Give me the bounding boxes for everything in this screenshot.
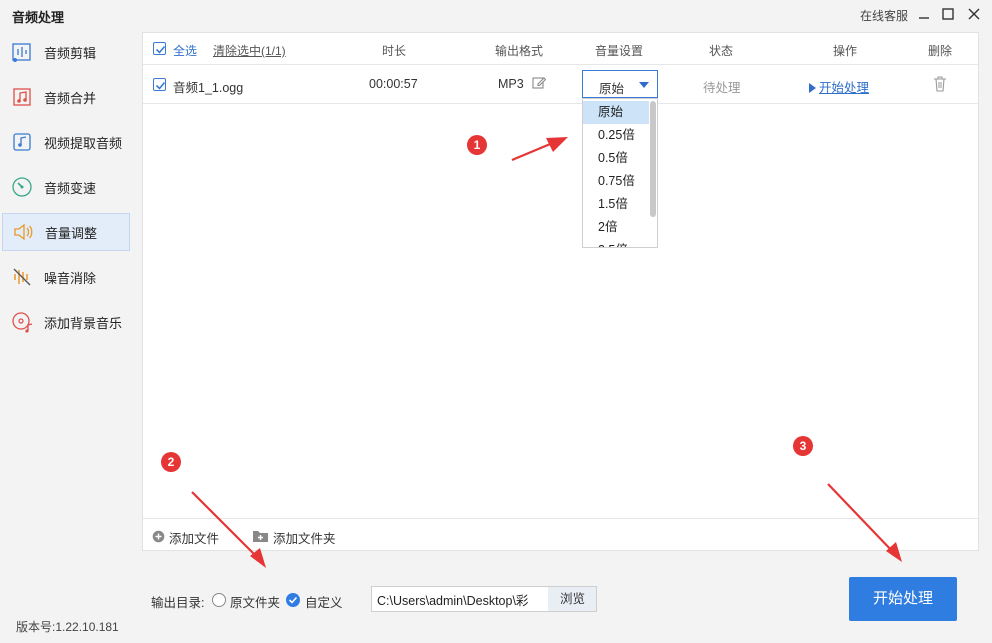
step-badge-1: 1 xyxy=(467,135,487,155)
radio-original-folder[interactable] xyxy=(212,593,226,607)
start-processing-button[interactable]: 开始处理 xyxy=(849,577,957,621)
radio-custom-label: 自定义 xyxy=(305,596,343,610)
step-badge-2: 2 xyxy=(161,452,181,472)
version-label: 版本号:1.22.10.181 xyxy=(16,620,119,634)
annotation-arrows xyxy=(191,137,902,568)
radio-original-label: 原文件夹 xyxy=(230,596,281,610)
radio-custom[interactable] xyxy=(286,593,300,607)
output-dir-label: 输出目录: xyxy=(151,596,205,610)
browse-button[interactable]: 浏览 xyxy=(548,587,596,611)
output-path-input[interactable] xyxy=(372,587,548,611)
step-badge-3: 3 xyxy=(793,436,813,456)
output-path-box: 浏览 xyxy=(371,586,597,612)
